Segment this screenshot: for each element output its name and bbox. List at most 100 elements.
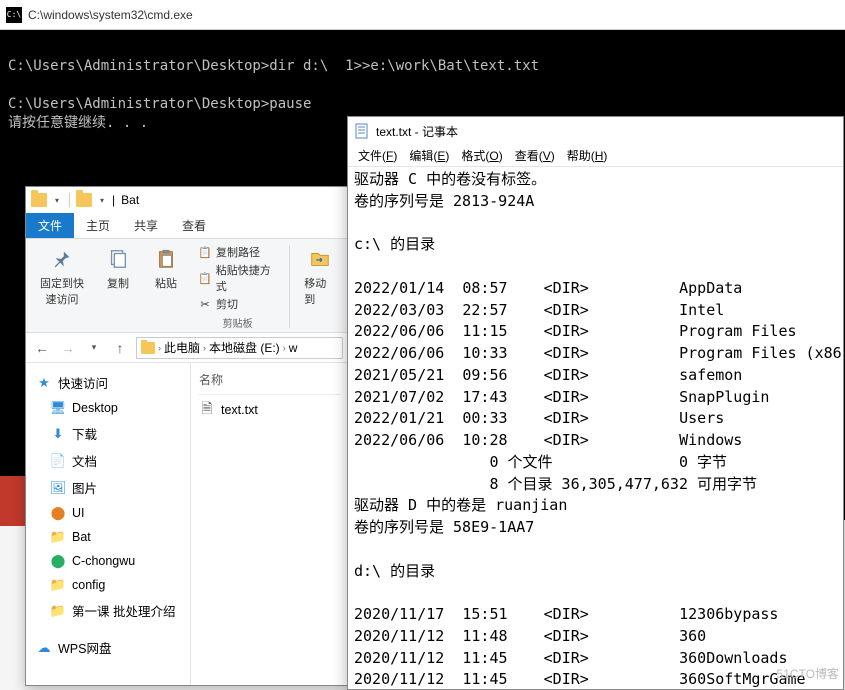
pin-icon — [48, 245, 76, 273]
nav-lesson1[interactable]: 📁 第一课 批处理介绍 — [30, 597, 186, 624]
paste-shortcut-button[interactable]: 📋 粘贴快捷方式 — [196, 261, 279, 295]
crumb-pc[interactable]: 此电脑 — [164, 339, 200, 356]
paste-button[interactable]: 粘贴 — [148, 243, 184, 293]
ribbon-group-paste: 粘贴 — [144, 243, 188, 330]
explorer-title-text: Bat — [121, 193, 139, 207]
star-icon: ★ — [36, 375, 52, 391]
folder-icon: 📁 — [50, 603, 66, 619]
copy-path-label: 复制路径 — [216, 244, 260, 260]
copy-path-icon: 📋 — [198, 245, 212, 259]
file-item[interactable]: 🗎 text.txt — [199, 399, 341, 421]
nav-forward-button[interactable]: → — [58, 338, 78, 358]
menu-format[interactable]: 格式(O) — [457, 146, 506, 165]
chevron-right-icon[interactable]: › — [203, 343, 206, 353]
column-header-name[interactable]: 名称 — [199, 369, 341, 395]
nav-quick-access[interactable]: ★ 快速访问 — [30, 369, 186, 396]
pin-label: 固定到快 速访问 — [40, 275, 84, 307]
nav-up-button[interactable]: ↑ — [110, 338, 130, 358]
shield-icon: ⬤ — [50, 505, 66, 521]
cut-button[interactable]: ✂ 剪切 — [196, 295, 240, 313]
tab-share[interactable]: 共享 — [122, 213, 170, 238]
breadcrumb[interactable]: › 此电脑 › 本地磁盘 (E:) › w — [136, 337, 343, 359]
nav-label: Desktop — [72, 401, 118, 415]
copy-icon — [104, 245, 132, 273]
spacer — [30, 624, 186, 634]
nav-downloads[interactable]: ⬇下载 — [30, 420, 186, 447]
background-edge — [0, 476, 25, 526]
tab-file[interactable]: 文件 — [26, 213, 74, 238]
explorer-nav-tree[interactable]: ★ 快速访问 🖥Desktop ⬇下载 📄 文档 🖼图片 ⬤ UI 📁 Bat ⬤C-c… — [26, 363, 191, 685]
paste-label: 粘贴 — [155, 275, 177, 291]
explorer-file-list[interactable]: 名称 🗎 text.txt — [191, 363, 349, 685]
menu-help[interactable]: 帮助(H) — [563, 146, 612, 165]
explorer-ribbon: 固定到快 速访问 复制 粘贴 📋 复制路径 📋 粘贴快捷方式 ✂ 剪切 剪贴板 — [26, 238, 349, 333]
explorer-tabs: 文件 主页 共享 查看 — [26, 213, 349, 238]
chevron-right-icon[interactable]: › — [283, 343, 286, 353]
paste-icon — [152, 245, 180, 273]
paste-shortcut-label: 粘贴快捷方式 — [216, 262, 278, 294]
shield-icon: ⬤ — [50, 553, 66, 569]
crumb-disk[interactable]: 本地磁盘 (E:) — [209, 339, 280, 356]
notepad-titlebar[interactable]: text.txt - 记事本 — [348, 117, 843, 145]
explorer-sep: | — [112, 193, 115, 207]
notepad-menubar: 文件(F) 编辑(E) 格式(O) 查看(V) 帮助(H) — [348, 145, 843, 167]
menu-file[interactable]: 文件(F) — [354, 146, 401, 165]
chevron-right-icon[interactable]: › — [158, 343, 161, 353]
cut-label: 剪切 — [216, 296, 238, 312]
folder-icon: 📁 — [50, 577, 66, 593]
nav-desktop[interactable]: 🖥Desktop — [30, 396, 186, 420]
move-to-label: 移动到 — [304, 275, 335, 307]
cmd-titlebar[interactable]: C:\ C:\windows\system32\cmd.exe — [0, 0, 845, 30]
ribbon-group-copy: 复制 — [96, 243, 140, 330]
qat-dropdown-icon[interactable]: ▾ — [55, 196, 59, 205]
folder-icon: 📁 — [50, 529, 66, 545]
notepad-title-text: text.txt - 记事本 — [376, 123, 458, 140]
folder-icon — [31, 193, 47, 207]
nav-label: 快速访问 — [58, 373, 108, 392]
explorer-window: ▾ ▾ | Bat 文件 主页 共享 查看 固定到快 速访问 复制 — [25, 186, 350, 686]
download-icon: ⬇ — [50, 426, 66, 442]
tab-view[interactable]: 查看 — [170, 213, 218, 238]
nav-label: 文档 — [72, 451, 97, 470]
folder-icon — [141, 342, 155, 354]
menu-view[interactable]: 查看(V) — [511, 146, 559, 165]
paste-shortcut-icon: 📋 — [198, 271, 212, 285]
folder-icon — [76, 193, 92, 207]
nav-label: WPS网盘 — [58, 638, 111, 657]
qat-dropdown-icon[interactable]: ▾ — [100, 196, 104, 205]
ribbon-group-paths: 📋 复制路径 📋 粘贴快捷方式 ✂ 剪切 剪贴板 — [192, 243, 283, 330]
cloud-icon: ☁ — [36, 640, 52, 656]
crumb-tail[interactable]: w — [289, 341, 298, 355]
cut-icon: ✂ — [198, 297, 212, 311]
nav-back-button[interactable]: ← — [32, 338, 52, 358]
menu-edit[interactable]: 编辑(E) — [405, 146, 453, 165]
file-name: text.txt — [221, 403, 258, 417]
nav-label: UI — [72, 506, 85, 520]
ribbon-divider — [289, 245, 290, 328]
copy-path-button[interactable]: 📋 复制路径 — [196, 243, 262, 261]
nav-history-dropdown[interactable]: ▾ — [84, 338, 104, 358]
nav-pictures[interactable]: 🖼图片 — [30, 474, 186, 501]
nav-wps[interactable]: ☁ WPS网盘 — [30, 634, 186, 661]
cmd-title-text: C:\windows\system32\cmd.exe — [28, 8, 193, 22]
picture-icon: 🖼 — [50, 480, 66, 496]
nav-documents[interactable]: 📄 文档 — [30, 447, 186, 474]
explorer-titlebar[interactable]: ▾ ▾ | Bat — [26, 187, 349, 213]
nav-cchongwu[interactable]: ⬤C-chongwu — [30, 549, 186, 573]
text-file-icon: 🗎 — [199, 402, 215, 418]
cmd-icon: C:\ — [6, 7, 22, 23]
notepad-textarea[interactable]: 驱动器 C 中的卷没有标签。 卷的序列号是 2813-924A c:\ 的目录 … — [348, 167, 843, 689]
copy-button[interactable]: 复制 — [100, 243, 136, 293]
nav-ui[interactable]: ⬤ UI — [30, 501, 186, 525]
pin-to-quick-access-button[interactable]: 固定到快 速访问 — [36, 243, 88, 309]
nav-label: 第一课 批处理介绍 — [72, 601, 175, 620]
clipboard-caption: 剪贴板 — [223, 315, 253, 330]
nav-config[interactable]: 📁config — [30, 573, 186, 597]
tab-home[interactable]: 主页 — [74, 213, 122, 238]
nav-label: Bat — [72, 530, 91, 544]
move-to-button[interactable]: 移动到 — [300, 243, 339, 309]
nav-bat[interactable]: 📁 Bat — [30, 525, 186, 549]
document-icon: 📄 — [50, 453, 66, 469]
watermark: 51CTO博客 — [777, 665, 839, 682]
explorer-address-bar: ← → ▾ ↑ › 此电脑 › 本地磁盘 (E:) › w — [26, 333, 349, 363]
